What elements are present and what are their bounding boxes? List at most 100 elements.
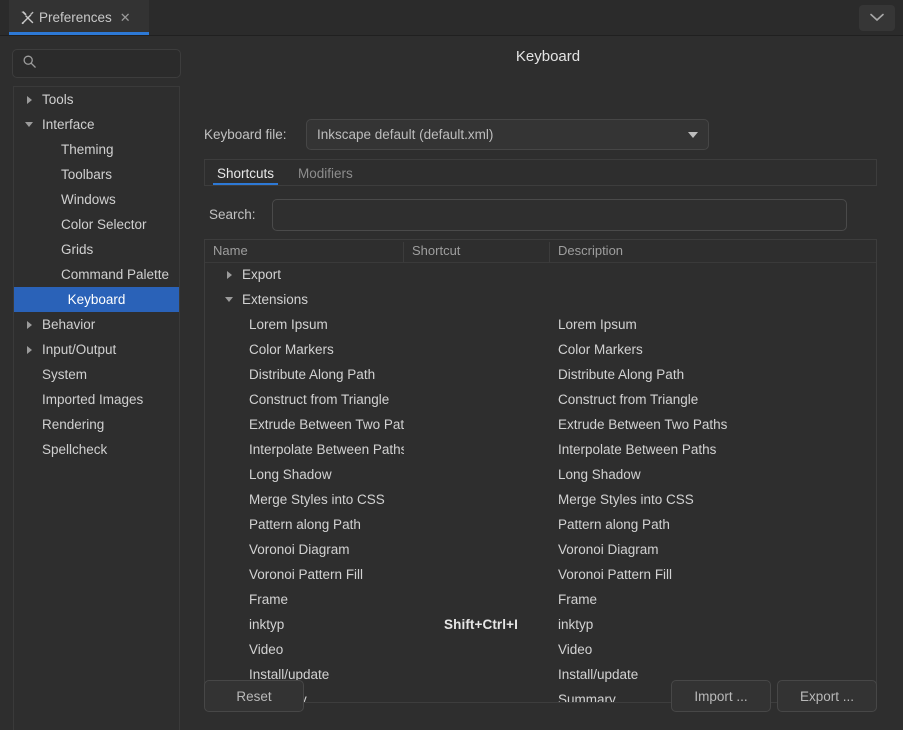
cell-shortcut[interactable]: Shift+Ctrl+I [404, 617, 550, 632]
tabstrip-menu-button[interactable] [859, 5, 895, 31]
expander-expanded-icon[interactable] [221, 297, 237, 302]
table-row[interactable]: Extensions [205, 287, 876, 312]
column-header-description[interactable]: Description [550, 240, 876, 262]
cell-name-text: Lorem Ipsum [249, 317, 328, 332]
close-icon[interactable]: ✕ [120, 11, 131, 24]
expander-collapsed-icon[interactable] [21, 95, 37, 104]
table-row[interactable]: Pattern along Path Pattern along Path [205, 512, 876, 537]
sidebar-item-interface[interactable]: Interface [14, 112, 179, 137]
sidebar-item-label: Keyboard [67, 292, 126, 307]
table-row[interactable]: Color Markers Color Markers [205, 337, 876, 362]
tools-icon [19, 10, 35, 26]
cell-name: inktyp [205, 617, 404, 632]
cell-name-text: Video [249, 642, 284, 657]
sidebar-search-box[interactable] [12, 49, 181, 78]
table-row[interactable]: inktyp Shift+Ctrl+I inktyp [205, 612, 876, 637]
table-row[interactable]: Construct from Triangle Construct from Tr… [205, 387, 876, 412]
sidebar-item-label: Grids [61, 242, 94, 257]
shortcut-search-row: Search: [204, 199, 877, 231]
cell-name-text: Interpolate Between Paths [249, 442, 404, 457]
cell-name: Long Shadow [205, 467, 404, 482]
tab-modifiers[interactable]: Modifiers [286, 160, 365, 186]
tab-preferences[interactable]: Preferences ✕ [9, 0, 149, 35]
cell-description: Distribute Along Path [558, 367, 685, 382]
sidebar-item-system[interactable]: System [14, 362, 179, 387]
cell-description: Pattern along Path [558, 517, 670, 532]
cell-description: Frame [558, 592, 598, 607]
expander-collapsed-icon[interactable] [221, 270, 237, 279]
table-row[interactable]: Install/update Install/update [205, 662, 876, 687]
tab-label: Preferences [39, 10, 112, 25]
cell-name: Extensions [205, 292, 404, 307]
table-row[interactable]: Video Video [205, 637, 876, 662]
sidebar-item-input-output[interactable]: Input/Output [14, 337, 179, 362]
cell-name-text: inktyp [249, 617, 285, 632]
tab-modifiers-label: Modifiers [298, 165, 353, 181]
sidebar-item-grids[interactable]: Grids [14, 237, 179, 262]
sidebar-item-label: Imported Images [42, 392, 144, 407]
sidebar-item-label: Command Palette [61, 267, 170, 282]
sidebar-item-behavior[interactable]: Behavior [14, 312, 179, 337]
cell-description: Merge Styles into CSS [558, 492, 694, 507]
keyboard-file-dropdown[interactable]: Inkscape default (default.xml) [306, 119, 709, 150]
table-row[interactable]: Interpolate Between Paths Interpolate Bet… [205, 437, 876, 462]
cell-name-text: Color Markers [249, 342, 334, 357]
shortcuts-list[interactable]: Name Shortcut Description Export Extensio… [204, 239, 877, 703]
cell-description: Voronoi Pattern Fill [558, 567, 673, 582]
cell-description: Construct from Triangle [558, 392, 699, 407]
keyboard-preferences-panel: Keyboard Keyboard file: Inkscape default… [193, 36, 903, 730]
sidebar-item-imported-images[interactable]: Imported Images [14, 387, 179, 412]
tab-shortcuts-label: Shortcuts [217, 165, 275, 181]
sidebar-item-tools[interactable]: Tools [14, 87, 179, 112]
cell-name: Color Markers [205, 342, 404, 357]
expander-expanded-icon[interactable] [21, 122, 37, 127]
cell-name: Construct from Triangle [205, 392, 404, 407]
cell-name: Voronoi Pattern Fill [205, 567, 404, 582]
cell-name-text: Long Shadow [249, 467, 332, 482]
sidebar-item-keyboard[interactable]: Keyboard [14, 287, 179, 312]
column-header-name[interactable]: Name [205, 240, 404, 262]
table-row[interactable]: Merge Styles into CSS Merge Styles into C… [205, 487, 876, 512]
table-row[interactable]: Distribute Along Path Distribute Along Pa… [205, 362, 876, 387]
sidebar-item-label: Rendering [42, 417, 105, 432]
sidebar-item-label: Behavior [42, 317, 96, 332]
cell-name: Extrude Between Two Paths [205, 417, 404, 432]
cell-description: Long Shadow [558, 467, 641, 482]
cell-name: Pattern along Path [205, 517, 404, 532]
expander-collapsed-icon[interactable] [21, 320, 37, 329]
search-icon [22, 54, 37, 74]
cell-description: Extrude Between Two Paths [558, 417, 728, 432]
table-row[interactable]: Extrude Between Two Paths Extrude Between… [205, 412, 876, 437]
sidebar-item-command-palette[interactable]: Command Palette [14, 262, 179, 287]
search-label: Search: [209, 207, 256, 222]
cell-name: Merge Styles into CSS [205, 492, 404, 507]
expander-collapsed-icon[interactable] [21, 345, 37, 354]
sidebar-item-windows[interactable]: Windows [14, 187, 179, 212]
sidebar-item-spellcheck[interactable]: Spellcheck [14, 437, 179, 462]
table-row[interactable]: Voronoi Pattern Fill Voronoi Pattern Fill [205, 562, 876, 587]
sidebar-item-label: Theming [61, 142, 114, 157]
sidebar-item-label: Windows [61, 192, 116, 207]
column-header-shortcut[interactable]: Shortcut [404, 240, 550, 262]
reset-button[interactable]: Reset [204, 680, 304, 712]
table-row[interactable]: Voronoi Diagram Voronoi Diagram [205, 537, 876, 562]
table-row[interactable]: Export [205, 262, 876, 287]
table-row[interactable]: Lorem Ipsum Lorem Ipsum [205, 312, 876, 337]
export-button[interactable]: Export ... [777, 680, 877, 712]
shortcuts-scrollbar[interactable] [870, 263, 875, 702]
sidebar-item-toolbars[interactable]: Toolbars [14, 162, 179, 187]
table-row[interactable]: Long Shadow Long Shadow [205, 462, 876, 487]
tab-shortcuts[interactable]: Shortcuts [205, 160, 286, 186]
table-row[interactable]: Frame Frame [205, 587, 876, 612]
cell-name-text: Voronoi Pattern Fill [249, 567, 364, 582]
sidebar-item-rendering[interactable]: Rendering [14, 412, 179, 437]
import-button[interactable]: Import ... [671, 680, 771, 712]
sidebar-item-label: Color Selector [61, 217, 147, 232]
table-row[interactable]: SummarySummary [205, 687, 876, 702]
chevron-down-icon [870, 9, 884, 27]
search-input[interactable] [272, 199, 847, 231]
cell-name-text: Distribute Along Path [249, 367, 376, 382]
cell-name: Export [205, 267, 404, 282]
sidebar-item-color-selector[interactable]: Color Selector [14, 212, 179, 237]
sidebar-item-theming[interactable]: Theming [14, 137, 179, 162]
